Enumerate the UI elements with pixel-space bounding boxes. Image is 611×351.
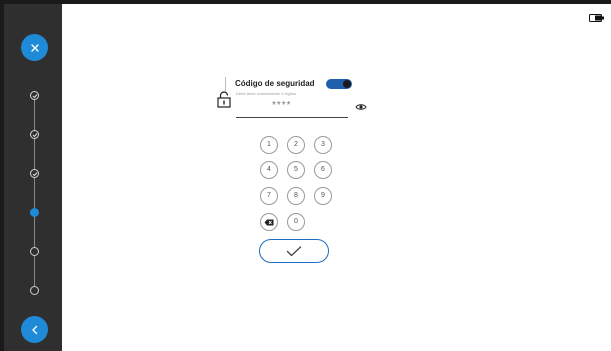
close-button[interactable] <box>21 34 48 61</box>
password-field[interactable]: **** <box>272 100 292 111</box>
step-3-done <box>30 169 39 178</box>
security-code-toggle[interactable] <box>326 79 352 89</box>
step-4-current <box>30 208 39 217</box>
step-1-done <box>30 91 39 100</box>
keypad-key-7[interactable]: 7 <box>260 187 278 205</box>
keypad-key-5[interactable]: 5 <box>287 161 305 179</box>
step-6-pending <box>30 286 39 295</box>
title-divider <box>225 77 226 91</box>
keypad-key-8[interactable]: 8 <box>287 187 305 205</box>
chevron-left-icon <box>31 325 37 334</box>
keypad-key-2[interactable]: 2 <box>287 136 305 154</box>
keypad-key-3[interactable]: 3 <box>314 136 332 154</box>
toggle-knob <box>343 80 351 88</box>
frame-top-border <box>0 0 611 4</box>
lock-icon <box>217 91 231 108</box>
back-button[interactable] <box>21 316 48 343</box>
keypad-key-1[interactable]: 1 <box>260 136 278 154</box>
keypad-key-6[interactable]: 6 <box>314 161 332 179</box>
keypad-key-9[interactable]: 9 <box>314 187 332 205</box>
security-code-hint: Debe tener exactamente 4 dígitos <box>236 91 297 96</box>
check-icon <box>32 93 37 98</box>
close-icon <box>30 43 39 52</box>
progress-track <box>34 95 35 293</box>
check-icon <box>32 132 37 137</box>
wizard-sidebar <box>4 4 62 351</box>
check-icon <box>32 171 37 176</box>
keypad-key-4[interactable]: 4 <box>260 161 278 179</box>
step-2-done <box>30 130 39 139</box>
password-underline <box>236 117 348 118</box>
backspace-icon <box>264 219 274 225</box>
step-5-pending <box>30 247 39 256</box>
eye-icon[interactable] <box>355 103 367 111</box>
keypad-key-0[interactable]: 0 <box>287 213 305 231</box>
confirm-button[interactable] <box>259 239 329 263</box>
keypad-backspace-button[interactable] <box>260 213 278 231</box>
check-icon <box>286 245 302 256</box>
battery-icon <box>589 14 604 22</box>
security-code-title: Código de seguridad <box>235 79 315 88</box>
